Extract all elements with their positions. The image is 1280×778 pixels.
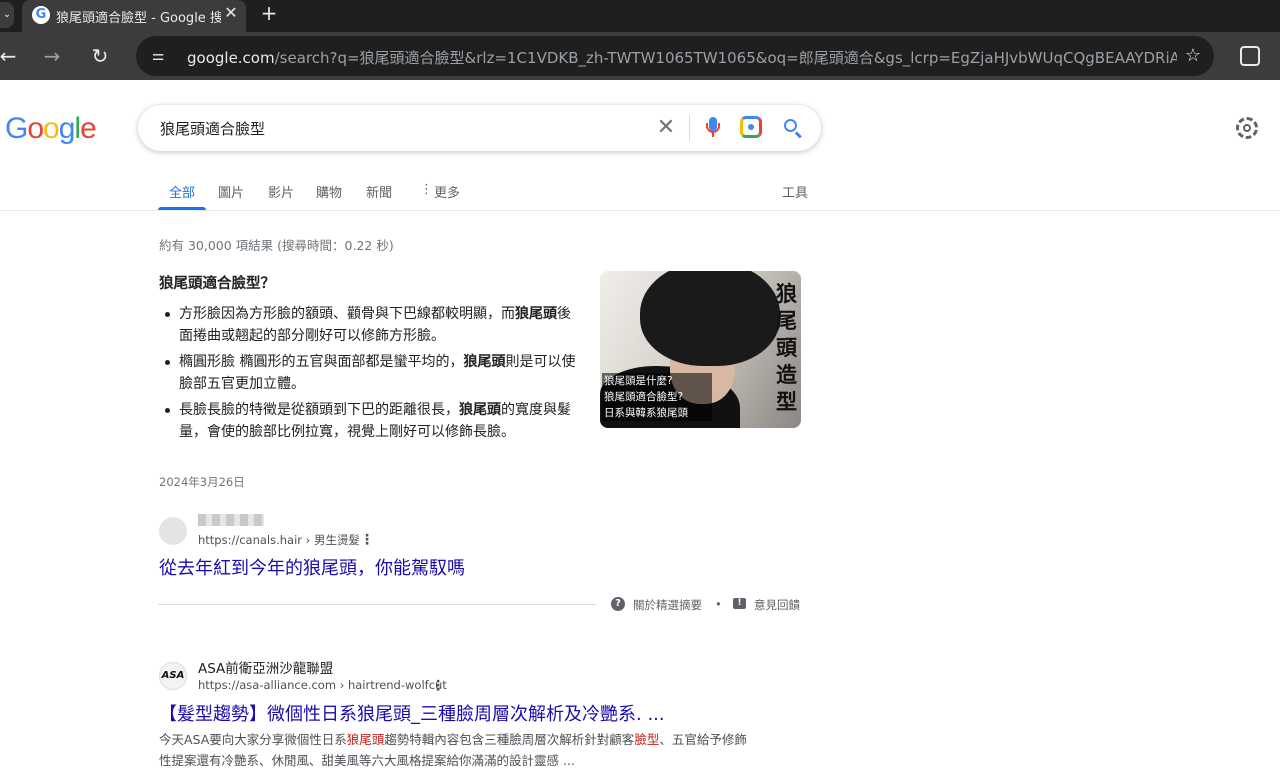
site-info-icon[interactable]: ⚌	[146, 45, 170, 67]
tab-all[interactable]: 全部	[169, 182, 195, 201]
about-featured-snippets-link[interactable]: 關於精選摘要	[633, 597, 702, 613]
divider	[158, 604, 596, 605]
more-options-icon[interactable]: ⋮	[431, 679, 445, 693]
featured-snippet-image[interactable]: 狼尾頭造型 狼尾頭是什麼? 狼尾頭適合臉型? 日系與韓系狼尾頭	[600, 271, 801, 428]
asa-favicon[interactable]: ASA	[159, 662, 187, 690]
thumb-caption: 狼尾頭是什麼? 狼尾頭適合臉型? 日系與韓系狼尾頭	[602, 373, 712, 421]
result-site-name[interactable]: ASA前衛亞洲沙龍聯盟	[198, 657, 333, 677]
browser-toolbar: ← → ↻ ⚌ google.com/search?q=狼尾頭適合臉型&rlz=…	[0, 32, 1280, 80]
tab-title: 狼尾頭適合臉型 - Google 搜	[56, 11, 221, 26]
tab-close-icon[interactable]: ✕	[222, 4, 240, 22]
search-input[interactable]: 狼尾頭適合臉型	[160, 118, 265, 139]
source-title-link[interactable]: 從去年紅到今年的狼尾頭，你能駕馭嗎	[159, 554, 465, 580]
google-logo[interactable]: Google	[5, 112, 97, 146]
thumb-vertical-text: 狼尾頭造型	[776, 282, 797, 414]
url-text[interactable]: google.com/search?q=狼尾頭適合臉型&rlz=1C1VDKB_…	[187, 47, 1177, 68]
more-vertical-icon[interactable]: ⋮	[420, 182, 433, 197]
browser-tab-bar: ⌄ G 狼尾頭適合臉型 - Google 搜 ✕ +	[0, 0, 1280, 32]
result-stats: 約有 30,000 項結果 (搜尋時間：0.22 秒)	[159, 238, 394, 253]
result-title-link[interactable]: 【髮型趨勢】微個性日系狼尾頭_三種臉周層次解析及冷艷系. ...	[159, 700, 665, 726]
tools-button[interactable]: 工具	[782, 182, 808, 201]
list-item: 長臉長臉的特徵是從額頭到下巴的距離很長，狼尾頭的寬度與髮量，會使的臉部比例拉寬，…	[159, 399, 584, 443]
featured-snippet-date: 2024年3月26日	[159, 475, 245, 489]
search-icon[interactable]	[780, 115, 806, 141]
microphone-icon[interactable]	[701, 115, 725, 141]
separator-dot: •	[715, 597, 722, 611]
active-tab-indicator	[158, 207, 206, 210]
chevron-down-icon[interactable]: ⌄	[0, 2, 14, 28]
tab-shopping[interactable]: 購物	[316, 182, 342, 201]
tab-more[interactable]: 更多	[434, 182, 460, 201]
search-nav-tabs: 全部 圖片 影片 購物 新聞 ⋮ 更多 工具	[0, 170, 1280, 211]
address-bar[interactable]: ⚌ google.com/search?q=狼尾頭適合臉型&rlz=1C1VDK…	[136, 36, 1214, 76]
new-tab-button[interactable]: +	[258, 2, 280, 24]
reload-icon[interactable]: ↻	[88, 44, 112, 68]
list-item: 橢圓形臉 橢圓形的五官與面部都是蠻平均的，狼尾頭則是可以使臉部五官更加立體。	[159, 351, 584, 395]
source-name-blurred[interactable]	[198, 514, 264, 526]
tab-images[interactable]: 圖片	[218, 182, 244, 201]
forward-arrow-icon[interactable]: →	[40, 44, 64, 68]
more-options-icon[interactable]: ⋮	[360, 533, 374, 547]
thumb-figure-hair	[640, 271, 780, 366]
featured-snippet-list: 方形臉因為方形臉的額頭、顴骨與下巴線都較明顯，而狼尾頭後面捲曲或翹起的部分剛好可…	[159, 303, 584, 447]
clear-icon[interactable]: ✕	[653, 115, 679, 141]
extensions-icon[interactable]	[1240, 46, 1260, 66]
source-url[interactable]: https://canals.hair › 男生燙髮	[198, 532, 360, 548]
source-favicon[interactable]	[159, 517, 187, 545]
search-box: 狼尾頭適合臉型 ✕	[138, 105, 821, 151]
browser-tab-active[interactable]: G 狼尾頭適合臉型 - Google 搜 ✕	[22, 0, 246, 32]
back-arrow-icon[interactable]: ←	[0, 44, 20, 68]
result-snippet: 今天ASA要向大家分享微個性日系狼尾頭趨勢特輯內容包含三種臉周層次解析針對顧客臉…	[159, 732, 747, 768]
result-url[interactable]: https://asa-alliance.com › hairtrend-wol…	[198, 678, 447, 692]
bookmark-star-icon[interactable]: ☆	[1182, 45, 1204, 67]
help-icon[interactable]: ?	[611, 597, 625, 611]
feedback-icon[interactable]: !	[733, 598, 746, 609]
tab-news[interactable]: 新聞	[366, 182, 392, 201]
feedback-link[interactable]: 意見回饋	[754, 597, 800, 613]
featured-snippet-question: 狼尾頭適合臉型？	[159, 276, 275, 292]
google-lens-icon[interactable]	[740, 116, 762, 138]
list-item: 方形臉因為方形臉的額頭、顴骨與下巴線都較明顯，而狼尾頭後面捲曲或翹起的部分剛好可…	[159, 303, 584, 347]
settings-gear-icon[interactable]	[1236, 117, 1258, 139]
google-favicon-icon: G	[32, 6, 50, 24]
tab-videos[interactable]: 影片	[268, 182, 294, 201]
search-divider	[689, 115, 690, 141]
